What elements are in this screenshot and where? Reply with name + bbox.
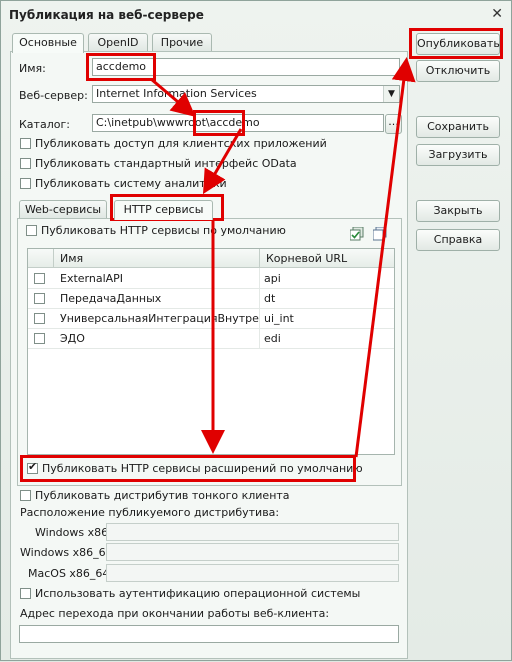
arrow-name-to-catalog xyxy=(150,77,196,117)
publication-dialog: Публикация на веб-сервере ✕ Основные Ope… xyxy=(0,0,512,661)
annotation-arrows xyxy=(150,57,416,458)
tab-http-services[interactable]: HTTP сервисы xyxy=(114,200,213,220)
arrow-extensions-to-publish xyxy=(354,57,416,458)
arrow-catalog-to-analytics xyxy=(202,128,243,195)
tab-main[interactable]: Основные xyxy=(12,33,84,53)
